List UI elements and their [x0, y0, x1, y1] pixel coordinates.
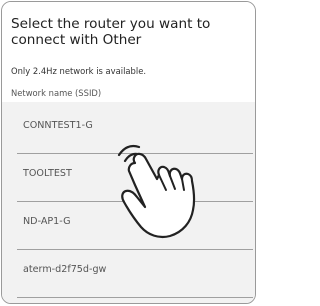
- network-availability-note: Only 2.4Hz network is available.: [11, 66, 147, 76]
- ssid-section-label: Network name (SSID): [11, 88, 102, 98]
- network-name: ND-AP1-G: [23, 216, 71, 227]
- page-title: Select the router you want to connect wi…: [11, 16, 211, 48]
- network-name: CONNTEST1-G: [23, 120, 93, 131]
- network-name: aterm-d2f75d-gw: [23, 264, 107, 275]
- tap-hand-icon: [117, 144, 196, 239]
- router-select-screen: Select the router you want to connect wi…: [1, 1, 256, 304]
- divider: [17, 297, 253, 298]
- header: Select the router you want to connect wi…: [2, 2, 255, 98]
- network-name: TOOLTEST: [23, 168, 72, 179]
- network-item-aterm-d2f75d-gw[interactable]: aterm-d2f75d-gw: [2, 250, 255, 298]
